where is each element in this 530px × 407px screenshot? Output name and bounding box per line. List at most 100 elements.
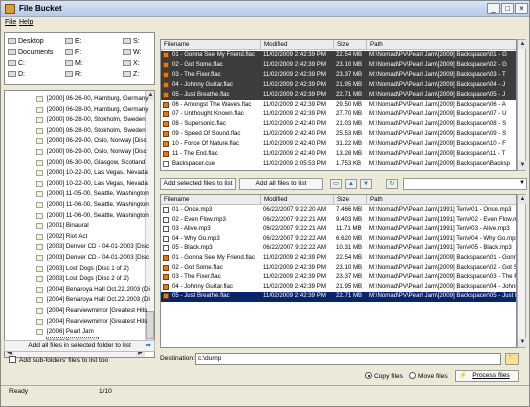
file-row[interactable]: 05 - Just Breathe.flac 11/02/2009 2:42:39…: [161, 292, 516, 302]
file-row[interactable]: 05 - Just Breathe.flac 11/02/2009 2:42:39…: [161, 90, 516, 101]
file-row[interactable]: 02 - Got Some.flac 11/02/2009 2:42:39 PM 2…: [161, 264, 516, 274]
file-row[interactable]: 02 - Got Some.flac 11/02/2009 2:42:39 PM 2…: [161, 60, 516, 71]
drive-item[interactable]: Desktop: [8, 38, 44, 45]
drive-item[interactable]: C:: [8, 60, 25, 67]
source-vscroll[interactable]: ▲ ▼: [517, 39, 527, 171]
file-name: 11 - The End.flac: [172, 150, 218, 157]
move-down-icon[interactable]: ▼: [360, 179, 372, 189]
drive-item[interactable]: D:: [8, 71, 25, 78]
menu-help[interactable]: Help: [19, 19, 33, 26]
file-row[interactable]: 03 - The Fixer.flac 11/02/2009 2:42:39 PM…: [161, 273, 516, 283]
col-size[interactable]: Size: [334, 195, 367, 205]
folder-icon: [36, 159, 43, 166]
folder-icon: [36, 138, 43, 145]
file-row[interactable]: 07 - Unthought Known.flac 11/02/2009 2:42…: [161, 110, 516, 120]
file-row[interactable]: 01 - Gonna See My Friend.flac 11/02/2009 …: [161, 51, 516, 61]
file-row[interactable]: 06 - Amongst The Waves.flac 11/02/2009 2:…: [161, 101, 516, 111]
file-row[interactable]: 03 - Alive.mp3 06/22/2007 9:22:21 AM 11.71…: [161, 225, 516, 235]
file-path: M:\Nomad\PV\Pearl Jam\[2009] Backspacer\…: [369, 120, 507, 128]
flac-file-icon: [163, 264, 169, 271]
drive-item[interactable]: S:: [123, 38, 140, 45]
col-path[interactable]: Path: [367, 40, 516, 50]
bucket-vscroll[interactable]: ▲ ▼: [517, 194, 527, 348]
file-size: 25.53 MB: [336, 130, 363, 138]
folder-browse-icon[interactable]: 📁: [505, 353, 519, 365]
close-button[interactable]: ×: [515, 3, 528, 14]
add-folder-files-button[interactable]: Add all files in selected folder to list…: [4, 340, 155, 352]
file-size: 23.37 MB: [336, 273, 363, 281]
clear-list-icon[interactable]: ▭: [330, 179, 342, 189]
folder-icon: [36, 149, 43, 155]
file-path: M:\Nomad\PV\Pearl Jam\[2009] Backspacer\…: [369, 273, 517, 281]
file-row[interactable]: 01 - Once.mp3 06/22/2007 9:22:20 AM 7.466 …: [161, 206, 516, 216]
file-name: 02 - Got Some.flac: [172, 263, 223, 271]
drive-icon: [65, 60, 73, 66]
file-path: M:\Nomad\PV\Pearl Jam\[1991] Ten\#04 - W…: [369, 234, 517, 242]
refresh-icon[interactable]: ↻: [386, 179, 398, 189]
filter-combobox[interactable]: ▼: [403, 178, 527, 190]
file-row[interactable]: 08 - Supersonic.flac 11/02/2009 2:42:40 P…: [161, 120, 516, 130]
drive-item[interactable]: E:: [65, 38, 82, 45]
file-size: 22.71 MB: [336, 292, 363, 300]
col-filename[interactable]: Filename: [161, 40, 261, 50]
folder-icon: [36, 265, 43, 272]
file-row[interactable]: Backspacer.cue 11/02/2009 2:05:53 PM 1.753…: [161, 160, 516, 170]
folder-icon: [36, 297, 43, 304]
file-row[interactable]: 03 - The Fixer.flac 11/02/2009 2:42:39 PM…: [161, 70, 516, 81]
minimize-button[interactable]: _: [487, 3, 500, 14]
add-selected-button[interactable]: Add selected files to list: [160, 178, 236, 190]
file-row[interactable]: 02 - Even Flow.mp3 06/22/2007 9:22:21 AM 9…: [161, 216, 516, 226]
drive-item[interactable]: F:: [65, 49, 81, 56]
process-files-button[interactable]: ⚡ Process files: [455, 370, 519, 382]
file-row[interactable]: 09 - Speed Of Sound.flac 11/02/2009 2:42:…: [161, 130, 516, 140]
chevron-down-icon[interactable]: ▼: [519, 180, 525, 186]
file-row[interactable]: 01 - Gonna See My Friend.flac 11/02/2009 …: [161, 254, 516, 264]
menu-bar: File Help: [1, 18, 529, 30]
col-modified[interactable]: Modified: [261, 40, 334, 50]
scroll-up-icon[interactable]: ▲: [518, 40, 527, 49]
drive-icon: [8, 49, 16, 55]
drive-item[interactable]: X:: [123, 60, 140, 67]
move-files-radio[interactable]: Move files: [409, 372, 448, 380]
drive-icon: [123, 71, 131, 77]
file-size: 29.50 MB: [336, 100, 363, 108]
file-row[interactable]: 04 - Johnny Guitar.flac 11/02/2009 2:42:3…: [161, 283, 516, 293]
file-path: M:\Nomad\PV\Pearl Jam\[2009] Backspacer\…: [369, 80, 506, 88]
drive-icon: [8, 38, 16, 44]
col-modified[interactable]: Modified: [261, 195, 334, 205]
file-modified: 06/22/2007 9:22:20 AM: [263, 206, 327, 213]
drive-item[interactable]: R:: [65, 71, 82, 78]
move-up-icon[interactable]: ▲: [345, 179, 357, 189]
maximize-button[interactable]: □: [501, 3, 514, 14]
file-row[interactable]: 10 - Force Of Nature.flac 11/02/2009 2:42…: [161, 140, 516, 150]
drive-icon: [8, 60, 16, 66]
source-file-list[interactable]: Filename Modified Size Path 01 - Gonna S…: [160, 39, 517, 171]
scroll-up-icon[interactable]: ▲: [518, 195, 527, 204]
copy-files-radio[interactable]: Copy files: [365, 372, 403, 380]
subfolders-checkbox[interactable]: Add sub-folders' files to list too: [9, 356, 108, 364]
destination-input[interactable]: c:\dump: [195, 353, 501, 365]
file-size: 9.403 MB: [336, 215, 363, 223]
file-row[interactable]: 11 - The End.flac 11/02/2009 2:42:40 PM 13…: [161, 150, 516, 160]
file-row[interactable]: 05 - Black.mp3 06/22/2007 9:22:22 AM 10.31…: [161, 244, 516, 254]
file-modified: 11/02/2009 2:42:39 PM: [263, 80, 326, 88]
col-path[interactable]: Path: [367, 195, 516, 205]
file-row[interactable]: 04 - Johnny Guitar.flac 11/02/2009 2:42:3…: [161, 80, 516, 91]
drive-list[interactable]: Desktop E: S: Documents F: W: C: M: X: D: R: Z:: [4, 32, 155, 85]
drive-item[interactable]: M:: [65, 60, 83, 67]
file-size: 31.22 MB: [336, 140, 363, 148]
menu-file[interactable]: File: [5, 19, 16, 26]
status-text: Ready: [9, 388, 29, 395]
bucket-file-list[interactable]: Filename Modified Size Path 01 - Once.mp…: [160, 194, 517, 348]
folder-tree[interactable]: ▲ ▼ ◀ ▶ [2000] 06-26-00, Hamburg, German…: [4, 90, 155, 358]
scroll-down-icon[interactable]: ▼: [518, 338, 527, 347]
col-filename[interactable]: Filename: [161, 195, 261, 205]
add-all-button[interactable]: Add all files to list: [239, 178, 323, 190]
col-size[interactable]: Size: [334, 40, 367, 50]
drive-item[interactable]: Documents: [8, 49, 53, 56]
drive-item[interactable]: W:: [123, 49, 141, 56]
drive-item[interactable]: Z:: [123, 71, 139, 78]
file-modified: 11/02/2009 2:42:39 PM: [263, 282, 326, 290]
scroll-down-icon[interactable]: ▼: [518, 161, 527, 170]
file-row[interactable]: 04 - Why Go.mp3 06/22/2007 9:22:22 AM 6.62…: [161, 235, 516, 245]
